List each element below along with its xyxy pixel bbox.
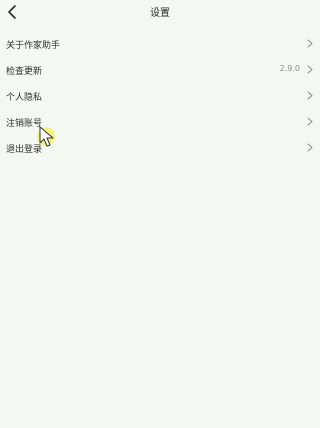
settings-item-label: 个人隐私 (6, 93, 43, 103)
chevron-right-icon (307, 117, 313, 126)
page-title: 设置 (150, 8, 170, 19)
chevron-right-icon (307, 65, 313, 74)
settings-item-check-update[interactable]: 检查更新 2.9.0 (0, 56, 320, 82)
top-bar: 设置 (0, 0, 320, 24)
settings-item-label: 退出登录 (6, 145, 43, 155)
chevron-right-icon (307, 39, 313, 48)
settings-item-label: 检查更新 (6, 67, 43, 77)
settings-item-label: 注销账号 (6, 119, 43, 129)
app-version: 2.9.0 (279, 64, 300, 73)
chevron-right-icon (307, 91, 313, 100)
settings-item-logout[interactable]: 退出登录 (0, 134, 320, 160)
settings-item-privacy[interactable]: 个人隐私 (0, 82, 320, 108)
settings-item-delete-account[interactable]: 注销账号 (0, 108, 320, 134)
settings-item-about[interactable]: 关于作家助手 (0, 30, 320, 56)
chevron-right-icon (307, 143, 313, 152)
settings-item-label: 关于作家助手 (6, 41, 61, 51)
settings-list: 关于作家助手 检查更新 2.9.0 个人隐私 注销账号 退出登录 (0, 30, 320, 160)
